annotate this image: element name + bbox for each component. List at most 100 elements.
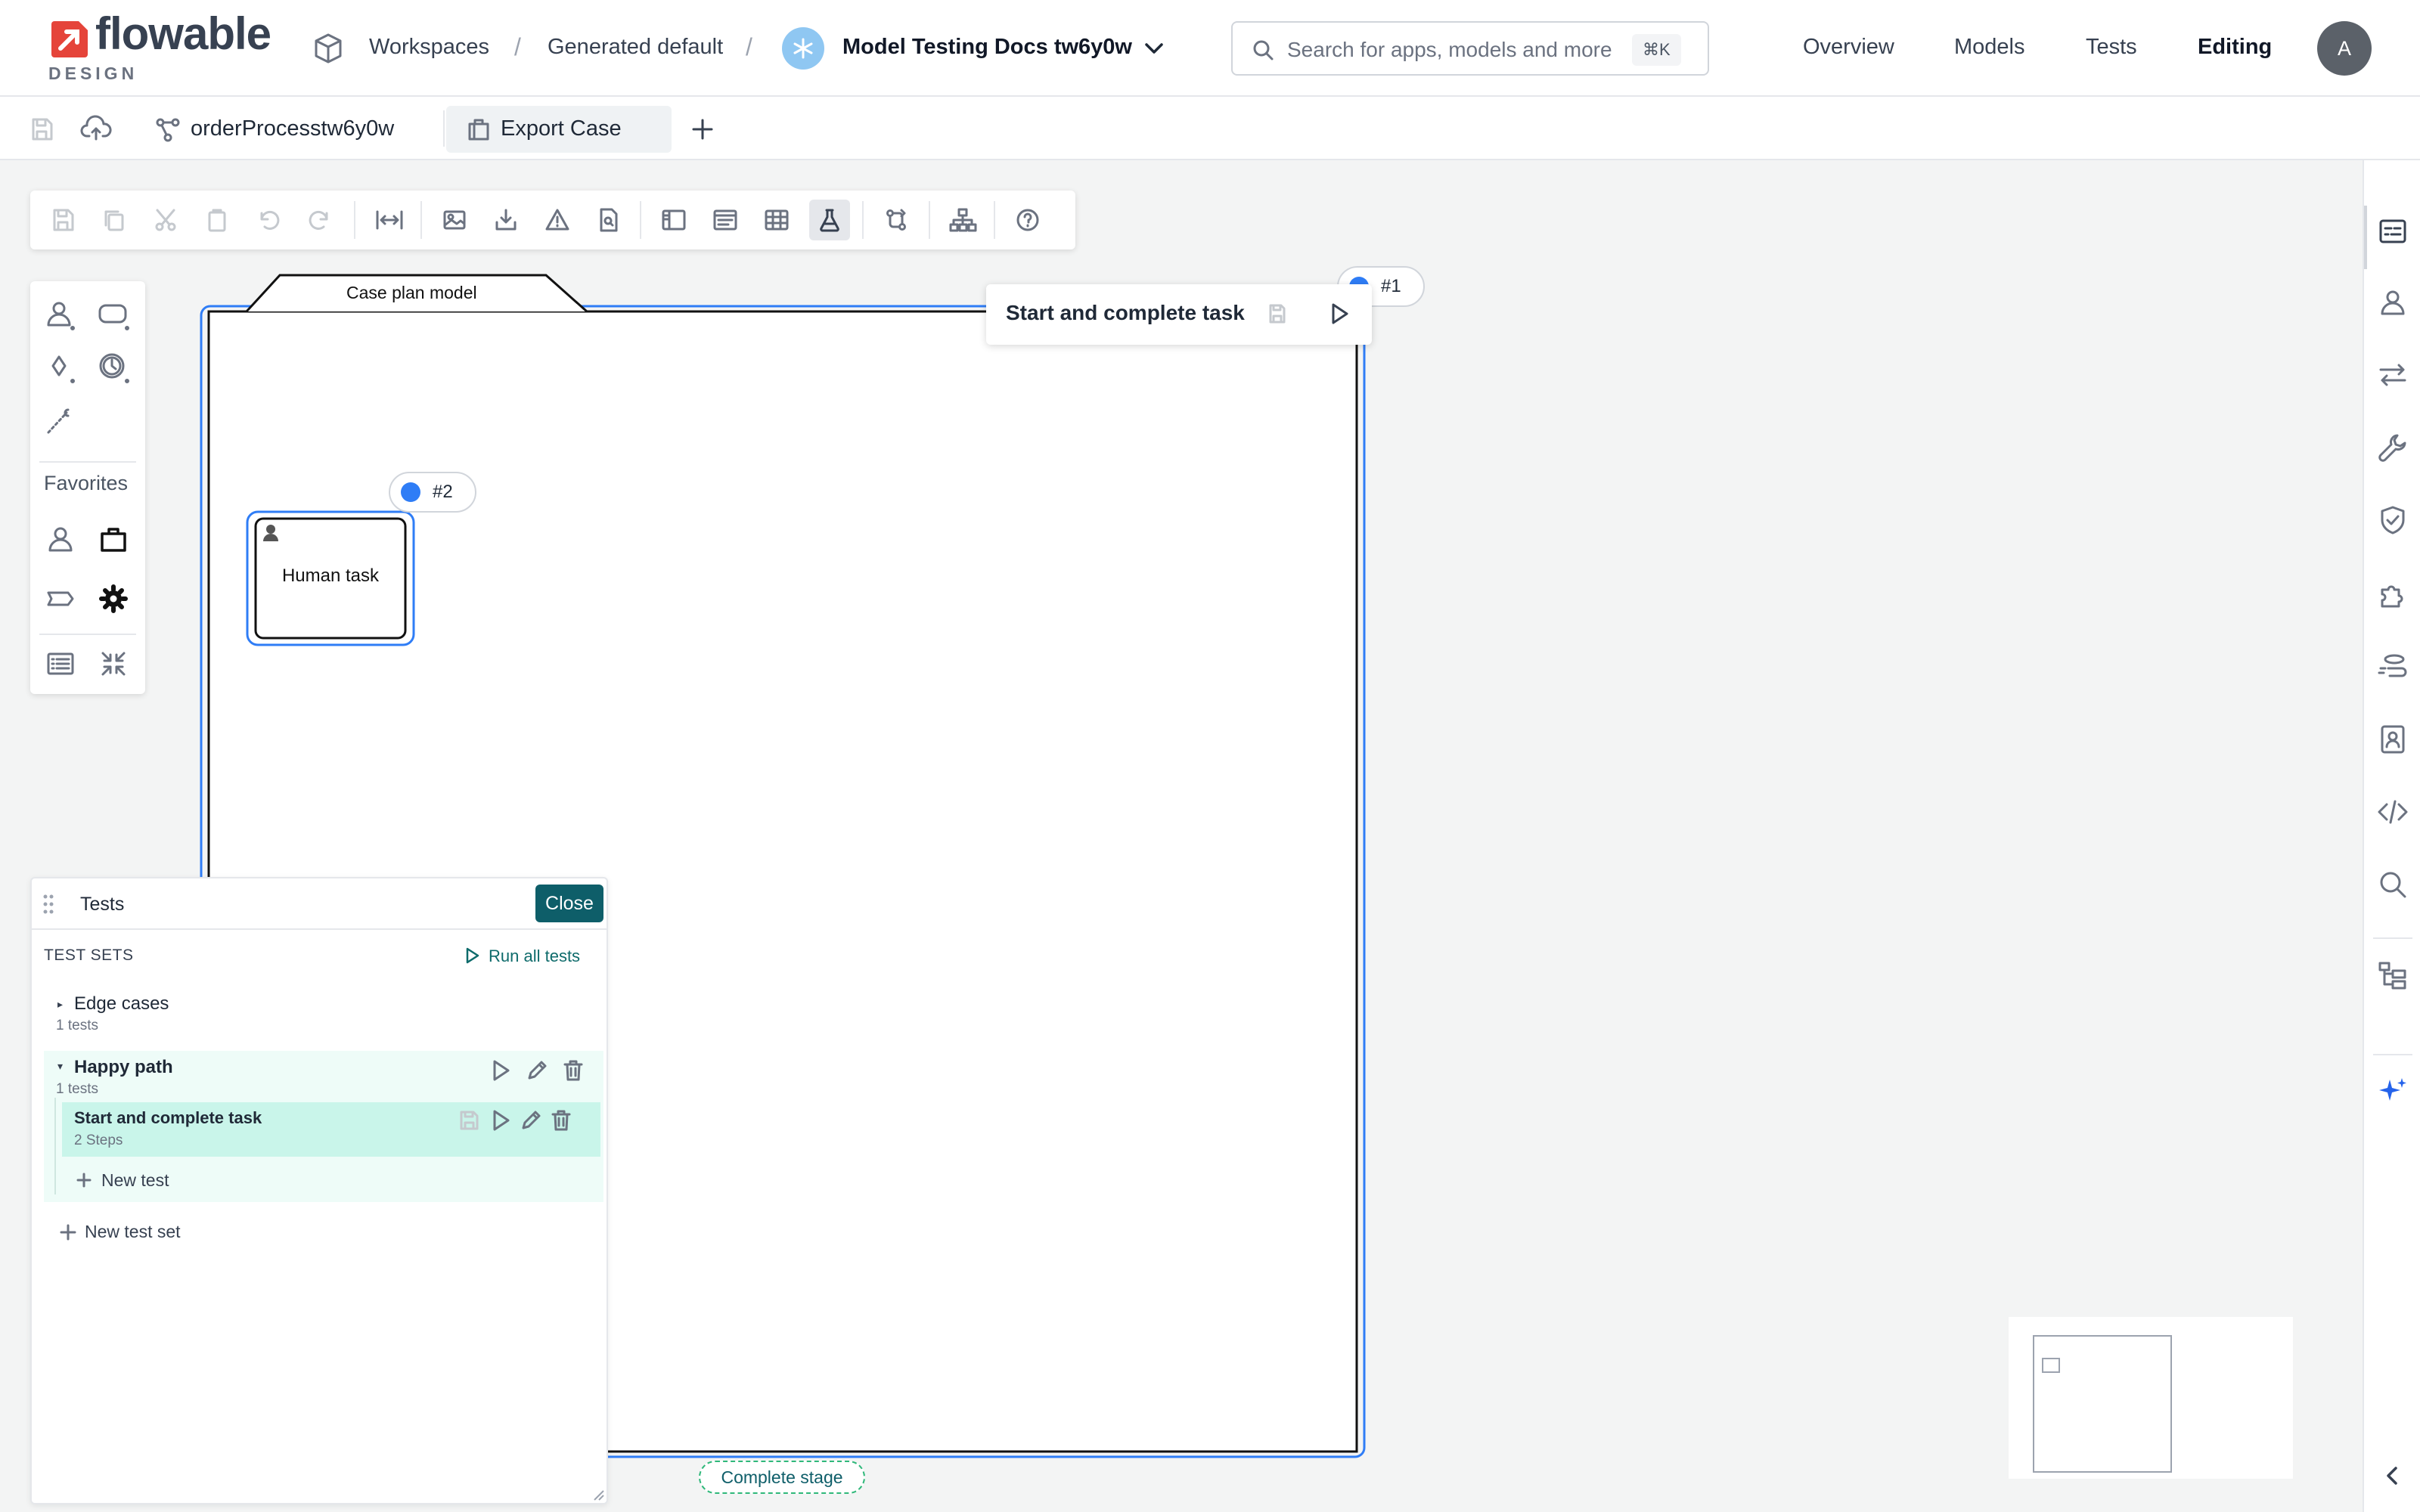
test-set-edge-cases[interactable]: ▸ Edge cases 1 tests (44, 990, 603, 1036)
add-tab-icon[interactable] (690, 116, 715, 142)
table-icon[interactable] (756, 200, 797, 240)
nav-tests[interactable]: Tests (2086, 35, 2137, 60)
toolbar-divider (354, 201, 355, 239)
palette-divider (39, 634, 136, 635)
document-search-icon[interactable] (588, 200, 629, 240)
timer-tool-icon[interactable] (92, 346, 135, 389)
shield-check-icon[interactable] (2372, 499, 2414, 541)
user-avatar[interactable]: A (2317, 21, 2372, 76)
minimap-viewport[interactable] (2033, 1335, 2172, 1473)
criterion-tool-icon[interactable] (39, 346, 82, 389)
tests-panel-title: Tests (80, 894, 125, 915)
caret-right-icon: ▸ (57, 998, 64, 1010)
toolbar-divider (420, 201, 422, 239)
save-icon[interactable] (42, 200, 83, 240)
play-icon[interactable] (489, 1108, 513, 1132)
chevron-left-icon[interactable] (2372, 1455, 2414, 1497)
undo-icon[interactable] (248, 200, 289, 240)
nav-models[interactable]: Models (1954, 35, 2025, 60)
panel-left-icon[interactable] (653, 200, 694, 240)
list-view-icon[interactable] (39, 643, 82, 685)
task-shape-tool-icon[interactable] (92, 293, 135, 336)
wrench-icon[interactable] (2372, 426, 2414, 469)
drag-handle-icon[interactable] (42, 894, 54, 915)
test-name: Start and complete task (74, 1108, 262, 1127)
test-flask-icon[interactable] (809, 200, 850, 240)
tests-panel: Tests Close TEST SETS Run all tests ▸ Ed… (30, 877, 608, 1504)
warning-icon[interactable] (537, 200, 578, 240)
flowable-logo-icon (48, 18, 91, 60)
nav-overview[interactable]: Overview (1803, 35, 1894, 60)
edit-pencil-icon[interactable] (519, 1108, 543, 1132)
contact-card-icon[interactable] (2372, 718, 2414, 761)
tab-order-process[interactable]: orderProcesstw6y0w (191, 116, 394, 141)
delete-trash-icon[interactable] (561, 1058, 585, 1083)
toolbar-divider (640, 201, 641, 239)
edit-pencil-icon[interactable] (525, 1058, 549, 1083)
ai-sparkle-icon[interactable] (2372, 1070, 2414, 1113)
test-steps-count: 2 Steps (74, 1132, 123, 1148)
properties-icon[interactable] (2372, 210, 2414, 253)
test-set-name: Edge cases (74, 993, 169, 1014)
complete-stage-label[interactable]: Complete stage (699, 1461, 865, 1494)
user-icon[interactable] (2372, 281, 2414, 324)
close-button[interactable]: Close (535, 885, 603, 922)
breadcrumb-app[interactable]: Model Testing Docs tw6y0w (842, 35, 1132, 60)
run-all-tests-link[interactable]: Run all tests (489, 947, 580, 966)
test-set-happy-path[interactable]: ▾ Happy path 1 tests Start and complete … (44, 1051, 603, 1202)
breadcrumb-workspaces[interactable]: Workspaces (369, 35, 489, 60)
delete-trash-icon[interactable] (549, 1108, 573, 1132)
collapse-icon[interactable] (92, 643, 135, 685)
minimap-task (2042, 1358, 2060, 1373)
puzzle-icon[interactable] (2372, 573, 2414, 615)
paste-icon[interactable] (197, 200, 237, 240)
case-task-tool-icon[interactable] (92, 519, 135, 561)
transfer-arrows-icon[interactable] (2372, 354, 2414, 396)
process-model-icon (154, 116, 182, 144)
connector-tool-icon[interactable] (39, 399, 82, 442)
minimap[interactable] (2009, 1317, 2293, 1479)
editor-toolbar (30, 191, 1075, 249)
new-test-set-link[interactable]: New test set (85, 1222, 181, 1242)
test-set-name: Happy path (74, 1057, 173, 1077)
code-icon[interactable] (2372, 791, 2414, 833)
save-icon (29, 116, 54, 142)
test-item-start-and-complete[interactable]: Start and complete task 2 Steps (62, 1102, 600, 1157)
toolbar-divider (862, 201, 864, 239)
fit-width-icon[interactable] (369, 200, 410, 240)
rail-divider (2373, 937, 2412, 939)
save-icon[interactable] (457, 1108, 481, 1132)
redo-icon[interactable] (299, 200, 340, 240)
cloud-upload-icon[interactable] (80, 115, 112, 142)
user-tool-icon[interactable] (39, 519, 82, 561)
service-task-gear-icon[interactable] (92, 578, 135, 620)
logo-subtitle: DESIGN (48, 64, 138, 83)
search-icon[interactable] (2372, 863, 2414, 906)
new-test-link[interactable]: New test (101, 1170, 169, 1191)
form-icon[interactable] (705, 200, 746, 240)
play-icon[interactable] (489, 1058, 513, 1083)
breadcrumb-separator: / (746, 33, 752, 60)
stage-tool-icon[interactable] (39, 578, 82, 620)
tab-export-case-label: Export Case (501, 116, 622, 141)
human-task-tool-icon[interactable] (39, 293, 82, 336)
data-object-icon[interactable] (2372, 646, 2414, 688)
task-execution-badge[interactable]: #2 (389, 472, 476, 513)
global-search[interactable]: Search for apps, models and more ⌘K (1231, 21, 1709, 76)
breadcrumb-workspace[interactable]: Generated default (548, 35, 723, 60)
download-icon[interactable] (486, 200, 526, 240)
cut-icon[interactable] (145, 200, 186, 240)
play-icon[interactable] (1326, 301, 1352, 327)
chevron-down-icon[interactable] (1142, 36, 1166, 60)
route-icon[interactable] (876, 200, 917, 240)
help-icon[interactable] (1007, 200, 1048, 240)
nav-editing[interactable]: Editing (2198, 35, 2272, 60)
play-icon[interactable] (463, 947, 481, 965)
resize-handle-icon[interactable] (593, 1489, 605, 1501)
save-icon[interactable] (1264, 301, 1290, 327)
image-icon[interactable] (434, 200, 475, 240)
hierarchy-icon[interactable] (942, 200, 983, 240)
structure-tree-icon[interactable] (2372, 954, 2414, 996)
copy-icon[interactable] (94, 200, 135, 240)
tab-divider (443, 110, 445, 147)
